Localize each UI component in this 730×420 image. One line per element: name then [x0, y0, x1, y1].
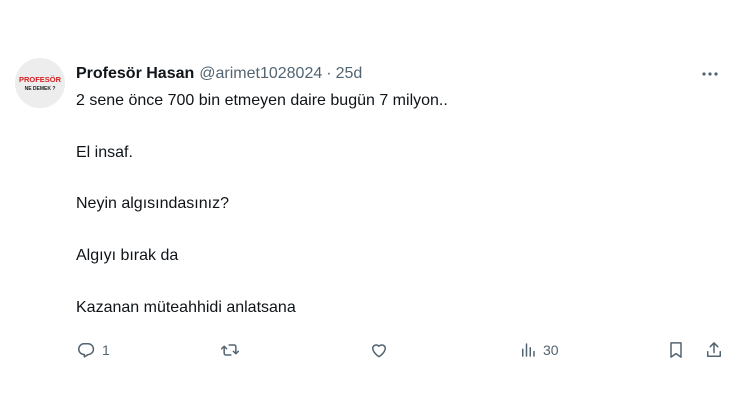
heart-icon — [372, 344, 386, 358]
bookmark-icon — [670, 342, 682, 358]
tweet-line: Algıyı bırak da — [76, 247, 179, 264]
reply-count: 1 — [102, 342, 110, 358]
separator-dot: · — [326, 65, 332, 82]
tweet: PROFESÖR NE DEMEK ? Profesör Hasan @arim… — [0, 0, 730, 420]
more-icon — [702, 72, 718, 76]
reply-icon — [78, 342, 95, 358]
views-icon — [522, 343, 535, 357]
bookmark-button[interactable] — [666, 336, 686, 364]
action-bar: 1 30 — [0, 336, 730, 364]
avatar-text-bottom: NE DEMEK ? — [25, 86, 56, 92]
views-button[interactable]: 30 — [519, 336, 559, 364]
tweet-line: 2 sene önce 700 bin etmeyen daire bugün … — [76, 92, 448, 109]
author-handle[interactable]: @arimet1028024 — [199, 65, 322, 83]
avatar-logo: PROFESÖR NE DEMEK ? — [15, 58, 65, 108]
more-button[interactable] — [698, 64, 722, 84]
share-icon — [707, 342, 721, 357]
tweet-line: Neyin algısındasınız? — [76, 195, 229, 212]
reply-button[interactable]: 1 — [76, 336, 110, 364]
tweet-header: Profesör Hasan @arimet1028024 · 25d — [76, 63, 362, 85]
author-name[interactable]: Profesör Hasan — [76, 65, 194, 83]
like-button[interactable] — [369, 336, 395, 364]
tweet-line: Kazanan müteahhidi anlatsana — [76, 299, 296, 316]
timestamp[interactable]: 25d — [336, 65, 363, 83]
avatar[interactable]: PROFESÖR NE DEMEK ? — [15, 58, 65, 108]
retweet-button[interactable] — [219, 336, 247, 364]
views-count: 30 — [543, 342, 559, 358]
retweet-icon — [220, 344, 240, 356]
share-button[interactable] — [704, 336, 724, 364]
tweet-line: El insaf. — [76, 144, 133, 161]
avatar-text-top: PROFESÖR — [19, 75, 62, 84]
